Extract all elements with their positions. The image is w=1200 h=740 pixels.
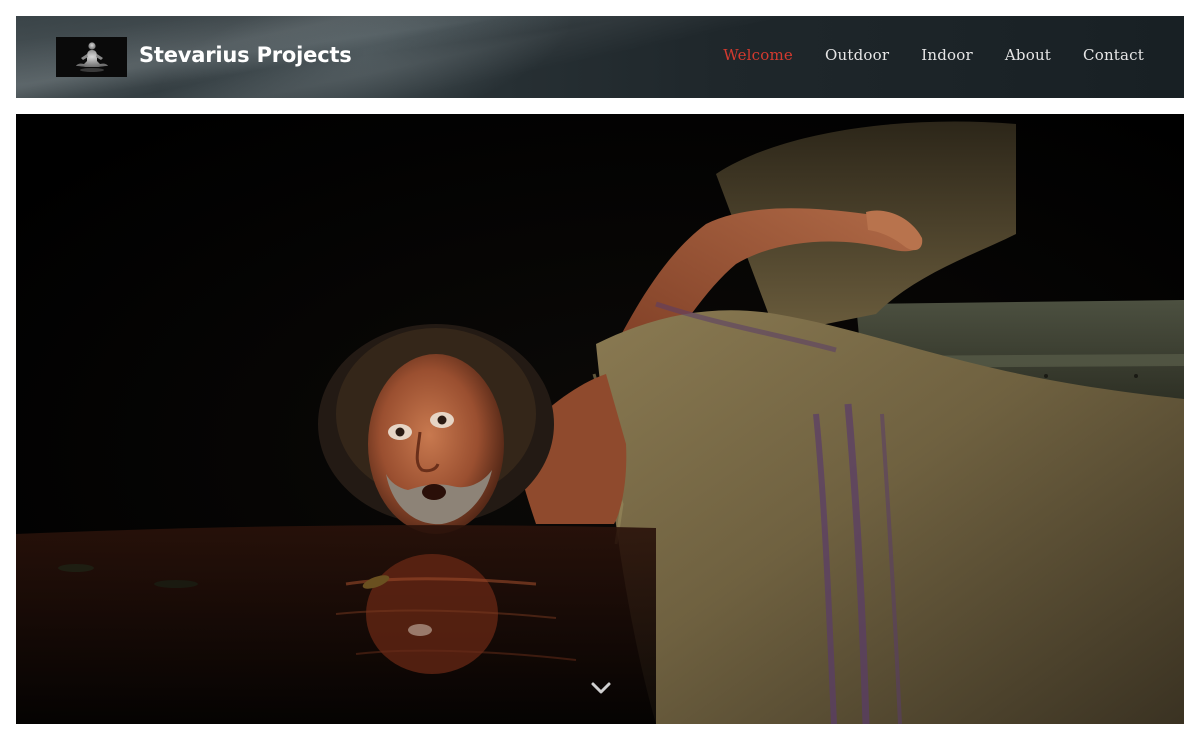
nav-item-indoor[interactable]: Indoor [921, 46, 973, 64]
nav-item-welcome[interactable]: Welcome [723, 46, 793, 64]
site-title[interactable]: Stevarius Projects [139, 43, 352, 67]
hero-photo [16, 114, 1184, 724]
nav-item-contact[interactable]: Contact [1083, 46, 1144, 64]
nav-item-outdoor[interactable]: Outdoor [825, 46, 889, 64]
main-navigation: Welcome Outdoor Indoor About Contact [691, 46, 1144, 64]
site-logo[interactable] [56, 37, 127, 77]
page: Stevarius Projects Welcome Outdoor Indoo… [0, 0, 1200, 740]
meditating-figure-icon [75, 42, 108, 72]
chevron-down-icon [591, 682, 611, 694]
site-header: Stevarius Projects Welcome Outdoor Indoo… [16, 16, 1184, 98]
scroll-down-button[interactable] [590, 680, 612, 696]
nav-item-about[interactable]: About [1005, 46, 1051, 64]
hero-section [16, 114, 1184, 724]
